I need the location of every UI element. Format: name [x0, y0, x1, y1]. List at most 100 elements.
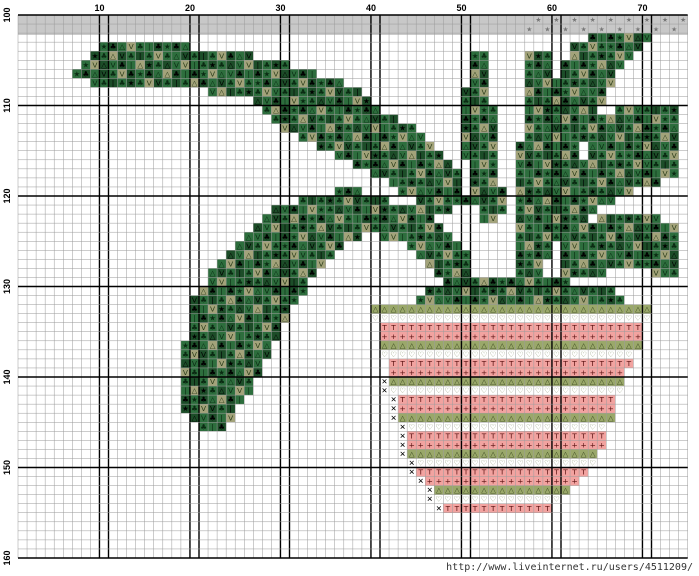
stitch-symbol: ♣	[644, 106, 651, 115]
stitch-symbol: ♡	[454, 459, 461, 468]
stitch-symbol: T	[445, 359, 451, 368]
stitch-symbol: ♣	[300, 259, 307, 268]
stitch-symbol: △	[545, 305, 551, 314]
stitch-symbol: ♣	[472, 296, 479, 305]
stitch-symbol: ♣	[119, 78, 126, 87]
stitch-symbol: △	[536, 305, 542, 314]
stitch-symbol: V	[536, 268, 541, 277]
stitch-symbol: |	[419, 151, 422, 160]
stitch-symbol: △	[327, 214, 333, 223]
stitch-symbol: V	[129, 42, 134, 51]
stitch-symbol: △	[599, 60, 605, 69]
stitch-symbol: ♣	[381, 133, 388, 142]
stitch-symbol: V	[400, 133, 405, 142]
stitch-symbol: ★	[644, 259, 651, 268]
stitch-symbol: V	[554, 187, 559, 196]
stitch-symbol: ♣	[236, 296, 243, 305]
stitch-symbol: △	[617, 377, 623, 386]
stitch-symbol: |	[573, 60, 576, 69]
stitch-symbol: ♣	[327, 250, 334, 259]
stitch-symbol: V	[527, 151, 532, 160]
stitch-symbol: ♣	[345, 106, 352, 115]
stitch-symbol: ♡	[390, 314, 397, 323]
stitch-symbol: △	[490, 486, 496, 495]
stitch-symbol: T	[608, 359, 614, 368]
stitch-symbol: ★	[653, 124, 660, 133]
stitch-symbol: V	[147, 78, 152, 87]
stitch-symbol: ♣	[264, 78, 271, 87]
stitch-symbol: V	[255, 296, 260, 305]
stitch-symbol: ♣	[399, 223, 406, 232]
stitch-symbol: △	[427, 449, 433, 458]
stitch-symbol: ♣	[327, 78, 334, 87]
stitch-symbol: ♡	[445, 459, 452, 468]
stitch-symbol: V	[482, 160, 487, 169]
stitch-symbol: |	[202, 305, 205, 314]
stitch-symbol: △	[472, 69, 478, 78]
stitch-symbol: +	[535, 332, 541, 341]
stitch-symbol: △	[590, 160, 596, 169]
stitch-symbol: |	[401, 169, 404, 178]
stitch-symbol: V	[319, 259, 324, 268]
stitch-symbol: V	[635, 241, 640, 250]
stitch-symbol: T	[490, 504, 496, 513]
stitch-symbol: △	[400, 305, 406, 314]
stitch-symbol: ♣	[218, 296, 225, 305]
stitch-symbol: △	[436, 449, 442, 458]
stitch-symbol: ♣	[218, 422, 225, 431]
stitch-symbol: |	[392, 178, 395, 187]
stitch-symbol: ★	[137, 69, 144, 78]
stitch-symbol: ★	[598, 241, 605, 250]
stitch-symbol: ♣	[318, 214, 325, 223]
stitch-symbol: ♣	[255, 69, 262, 78]
stitch-symbol: V	[608, 69, 613, 78]
stitch-symbol: ♣	[336, 196, 343, 205]
stitch-symbol: T	[445, 431, 451, 440]
stitch-symbol: |	[591, 232, 594, 241]
stitch-symbol: |	[284, 287, 287, 296]
stitch-symbol: |	[537, 223, 540, 232]
stitch-symbol: +	[562, 440, 568, 449]
stitch-symbol: V	[219, 332, 224, 341]
stitch-symbol: ♡	[517, 386, 524, 395]
stitch-symbol: V	[572, 169, 577, 178]
stitch-symbol: |	[193, 60, 196, 69]
stitch-symbol: V	[445, 169, 450, 178]
stitch-symbol: △	[608, 115, 614, 124]
stitch-symbol: V	[626, 106, 631, 115]
stitch-symbol: V	[617, 187, 622, 196]
stitch-symbol: ♣	[644, 250, 651, 259]
stitch-symbol: V	[409, 142, 414, 151]
stitch-symbol: ♣	[598, 169, 605, 178]
stitch-symbol: T	[517, 323, 523, 332]
stitch-symbol: ★	[607, 42, 614, 51]
stitch-symbol: ♣	[291, 287, 298, 296]
stitch-symbol: ♣	[300, 214, 307, 223]
stitch-symbol: |	[275, 232, 278, 241]
stitch-symbol: ♣	[598, 42, 605, 51]
stitch-symbol: V	[201, 404, 206, 413]
stitch-symbol: ♣	[517, 205, 524, 214]
stitch-symbol: ♡	[508, 422, 515, 431]
stitch-symbol: △	[545, 413, 551, 422]
stitch-symbol: V	[192, 296, 197, 305]
stitch-symbol: +	[517, 368, 523, 377]
stitch-symbol: △	[445, 287, 451, 296]
stitch-symbol: ★	[327, 196, 334, 205]
stitch-symbol: T	[517, 468, 523, 477]
stitch-symbol: ♣	[671, 142, 678, 151]
stitch-symbol: ♣	[535, 278, 542, 287]
stitch-symbol: ★	[426, 287, 433, 296]
row-label: 160	[2, 550, 12, 565]
stitch-symbol: V	[255, 268, 260, 277]
stitch-symbol: △	[581, 259, 587, 268]
stitch-symbol: ★	[517, 196, 524, 205]
stitch-symbol: ♣	[273, 241, 280, 250]
stitch-symbol: ♣	[589, 33, 596, 42]
stitch-symbol: △	[427, 341, 433, 350]
stitch-symbol: T	[517, 359, 523, 368]
stitch-symbol: +	[544, 332, 550, 341]
stitch-symbol: +	[508, 404, 514, 413]
stitch-symbol: T	[544, 468, 550, 477]
stitch-symbol: T	[571, 395, 577, 404]
